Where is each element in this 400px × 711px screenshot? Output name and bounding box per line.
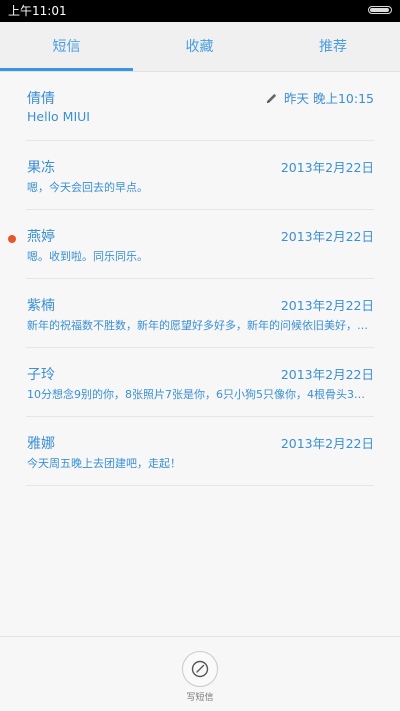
message-preview: 今天周五晚上去团建吧，走起！ (27, 457, 181, 470)
tab-favorites[interactable]: 收藏 (133, 22, 266, 72)
message-date: 2013年2月22日 (280, 298, 374, 313)
message-preview: 10分想念9别的你，8张照片7张是你，6只小狗5只像你，4根骨头3根给你 (27, 388, 375, 401)
conversation-list: 倩倩 昨天 晚上10:15 Hello MIUI 果冻 2013年2月22日 嗯… (0, 72, 400, 486)
compose-button[interactable] (182, 651, 218, 687)
message-date: 2013年2月22日 (280, 367, 374, 382)
contact-name: 燕婷 (27, 229, 55, 245)
message-date: 2013年2月22日 (280, 229, 374, 244)
unread-dot-icon (8, 235, 16, 243)
contact-name: 倩倩 (27, 91, 55, 107)
contact-name: 果冻 (27, 160, 55, 176)
conversation-row[interactable]: 子玲 2013年2月22日 10分想念9别的你，8张照片7张是你，6只小狗5只像… (26, 348, 375, 417)
contact-name: 紫楠 (27, 298, 55, 314)
conversation-row[interactable]: 燕婷 2013年2月22日 嗯。收到啦。同乐同乐。 (8, 210, 374, 279)
status-time: 上午11:01 (8, 4, 67, 18)
compose-icon (191, 660, 209, 678)
status-bar: 上午11:01 (0, 0, 400, 22)
tab-recommended[interactable]: 推荐 (266, 22, 400, 72)
message-preview: 嗯。收到啦。同乐同乐。 (27, 250, 148, 263)
conversation-row[interactable]: 倩倩 昨天 晚上10:15 Hello MIUI (26, 72, 374, 141)
active-tab-indicator (0, 68, 133, 71)
battery-icon (368, 6, 392, 14)
draft-pencil-icon (266, 93, 277, 104)
contact-name: 雅娜 (27, 436, 55, 452)
message-date: 2013年2月22日 (280, 160, 374, 175)
conversation-row[interactable]: 果冻 2013年2月22日 嗯，今天会回去的早点。 (26, 141, 374, 210)
message-preview: 新年的祝福数不胜数，新年的愿望好多好多，新年的问候依旧美好，新年的 (27, 319, 375, 332)
compose-label: 写短信 (186, 693, 214, 703)
tab-bar: 短信 收藏 推荐 (0, 22, 400, 72)
date-text: 昨天 晚上10:15 (284, 91, 374, 106)
bottom-bar: 写短信 (0, 636, 400, 711)
message-preview: 嗯，今天会回去的早点。 (27, 181, 148, 194)
conversation-row[interactable]: 雅娜 2013年2月22日 今天周五晚上去团建吧，走起！ (26, 417, 374, 486)
tab-messages[interactable]: 短信 (0, 22, 133, 72)
message-preview: Hello MIUI (27, 110, 90, 124)
contact-name: 子玲 (27, 367, 55, 383)
conversation-row[interactable]: 紫楠 2013年2月22日 新年的祝福数不胜数，新年的愿望好多好多，新年的问候依… (26, 279, 375, 348)
message-date: 2013年2月22日 (280, 436, 374, 451)
message-date: 昨天 晚上10:15 (265, 91, 374, 107)
